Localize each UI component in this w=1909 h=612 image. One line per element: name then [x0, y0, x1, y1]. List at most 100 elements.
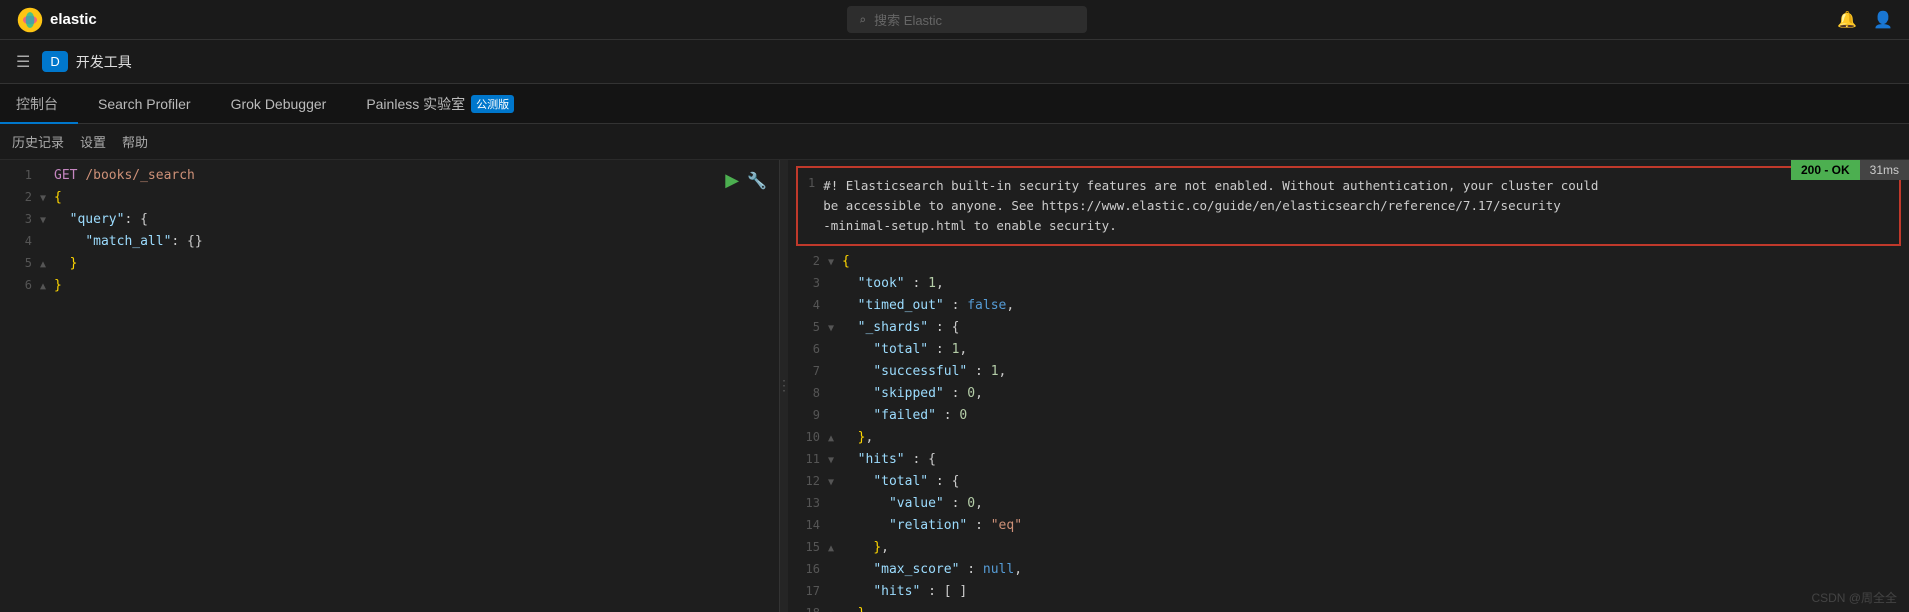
right-line-18: 18 ▲ } [788, 606, 1909, 612]
second-bar: ☰ D 开发工具 [0, 40, 1909, 84]
right-line-15: 15 ▲ }, [788, 540, 1909, 562]
right-line-17: 17 "hits" : [ ] [788, 584, 1909, 606]
user-icon[interactable]: 👤 [1873, 10, 1893, 29]
elastic-logo[interactable]: elastic [16, 6, 97, 34]
hamburger-button[interactable]: ☰ [12, 48, 34, 75]
right-line-7: 7 "successful" : 1, [788, 364, 1909, 386]
right-linenum-15: 15 [796, 540, 820, 554]
watermark: CSDN @周全全 [1811, 589, 1897, 606]
right-line-14: 14 "relation" : "eq" [788, 518, 1909, 540]
right-content-11: "hits" : { [842, 452, 936, 467]
wrench-button[interactable]: 🔧 [747, 170, 767, 191]
right-content-14: "relation" : "eq" [842, 518, 1022, 533]
search-icon: ⌕ [859, 13, 866, 27]
right-linenum-11: 11 [796, 452, 820, 466]
right-fold-12[interactable]: ▼ [828, 477, 838, 488]
tab-painless-badge: 公测版 [471, 95, 514, 113]
code-line-2: 2 ▼ { [0, 190, 779, 212]
right-linenum-4: 4 [796, 298, 820, 312]
right-content-7: "successful" : 1, [842, 364, 1006, 379]
warning-text: #! Elasticsearch built-in security featu… [823, 176, 1598, 236]
right-content-13: "value" : 0, [842, 496, 983, 511]
right-content-6: "total" : 1, [842, 342, 967, 357]
dev-tools-badge: D [42, 51, 67, 72]
right-content-2: { [842, 254, 850, 269]
main-content: 1 GET /books/_search 2 ▼ { 3 ▼ "query": … [0, 160, 1909, 612]
warning-linenum: 1 [808, 176, 815, 236]
code-line-5: 5 ▲ } [0, 256, 779, 278]
tab-console[interactable]: 控制台 [0, 84, 78, 124]
editor-area[interactable]: 1 GET /books/_search 2 ▼ { 3 ▼ "query": … [0, 160, 779, 612]
right-line-4: 4 "timed_out" : false, [788, 298, 1909, 320]
line-content-4: "match_all": {} [54, 234, 203, 249]
right-code-area: 2 ▼ { 3 "took" : 1, 4 "timed_out" : fals… [788, 252, 1909, 612]
right-content-8: "skipped" : 0, [842, 386, 983, 401]
right-fold-10[interactable]: ▲ [828, 433, 838, 444]
line-content-3: "query": { [54, 212, 148, 227]
right-content-4: "timed_out" : false, [842, 298, 1014, 313]
right-linenum-9: 9 [796, 408, 820, 422]
sub-toolbar: 历史记录 设置 帮助 [0, 124, 1909, 160]
tab-console-label: 控制台 [16, 94, 58, 114]
right-line-10: 10 ▲ }, [788, 430, 1909, 452]
right-linenum-2: 2 [796, 254, 820, 268]
right-content-17: "hits" : [ ] [842, 584, 967, 599]
tab-search-profiler[interactable]: Search Profiler [78, 84, 211, 124]
right-fold-15[interactable]: ▲ [828, 543, 838, 554]
right-output-pane: 200 - OK 31ms ✕ 1 #! Elasticsearch built… [788, 160, 1909, 612]
right-content-12: "total" : { [842, 474, 959, 489]
right-content-10: }, [842, 430, 873, 445]
right-linenum-3: 3 [796, 276, 820, 290]
fold-2[interactable]: ▼ [40, 193, 50, 204]
right-fold-2[interactable]: ▼ [828, 257, 838, 268]
line-number-1: 1 [8, 168, 32, 182]
help-button[interactable]: 帮助 [122, 132, 148, 151]
line-content-5: } [54, 256, 77, 271]
right-content-9: "failed" : 0 [842, 408, 967, 423]
run-button[interactable]: ▶ [725, 170, 739, 191]
search-bar[interactable]: ⌕ 搜索 Elastic [847, 6, 1087, 33]
top-bar: elastic ⌕ 搜索 Elastic 🔔 👤 [0, 0, 1909, 40]
right-fold-5[interactable]: ▼ [828, 323, 838, 334]
tab-painless-lab-label: Painless 实验室 [366, 94, 465, 114]
tab-search-profiler-label: Search Profiler [98, 96, 191, 112]
line-number-2: 2 [8, 190, 32, 204]
right-linenum-8: 8 [796, 386, 820, 400]
dev-tools-label: 开发工具 [76, 52, 132, 72]
right-fold-11[interactable]: ▼ [828, 455, 838, 466]
right-line-12: 12 ▼ "total" : { [788, 474, 1909, 496]
code-lines: 1 GET /books/_search 2 ▼ { 3 ▼ "query": … [0, 160, 779, 308]
right-line-6: 6 "total" : 1, [788, 342, 1909, 364]
right-line-13: 13 "value" : 0, [788, 496, 1909, 518]
right-linenum-10: 10 [796, 430, 820, 444]
line-number-3: 3 [8, 212, 32, 226]
right-linenum-13: 13 [796, 496, 820, 510]
right-line-3: 3 "took" : 1, [788, 276, 1909, 298]
code-line-6: 6 ▲ } [0, 278, 779, 300]
tab-painless-lab[interactable]: Painless 实验室 公测版 [346, 84, 534, 124]
right-linenum-12: 12 [796, 474, 820, 488]
line-number-5: 5 [8, 256, 32, 270]
history-button[interactable]: 历史记录 [12, 132, 64, 151]
right-content-18: } [842, 606, 865, 612]
settings-button[interactable]: 设置 [80, 132, 106, 151]
right-linenum-6: 6 [796, 342, 820, 356]
right-line-8: 8 "skipped" : 0, [788, 386, 1909, 408]
line-content-6: } [54, 278, 62, 293]
code-line-3: 3 ▼ "query": { [0, 212, 779, 234]
bell-icon[interactable]: 🔔 [1837, 10, 1857, 29]
line-content-1: GET /books/_search [54, 168, 195, 183]
status-bar: 200 - OK 31ms [1791, 160, 1909, 180]
right-line-2: 2 ▼ { [788, 254, 1909, 276]
tab-grok-debugger-label: Grok Debugger [231, 96, 327, 112]
fold-3[interactable]: ▼ [40, 215, 50, 226]
resize-handle[interactable] [780, 160, 788, 612]
status-ok: 200 - OK [1791, 160, 1860, 180]
tab-grok-debugger[interactable]: Grok Debugger [211, 84, 347, 124]
right-content-3: "took" : 1, [842, 276, 944, 291]
fold-5[interactable]: ▲ [40, 259, 50, 270]
right-line-11: 11 ▼ "hits" : { [788, 452, 1909, 474]
top-bar-right: 🔔 👤 [1837, 10, 1893, 29]
right-linenum-7: 7 [796, 364, 820, 378]
fold-6[interactable]: ▲ [40, 281, 50, 292]
